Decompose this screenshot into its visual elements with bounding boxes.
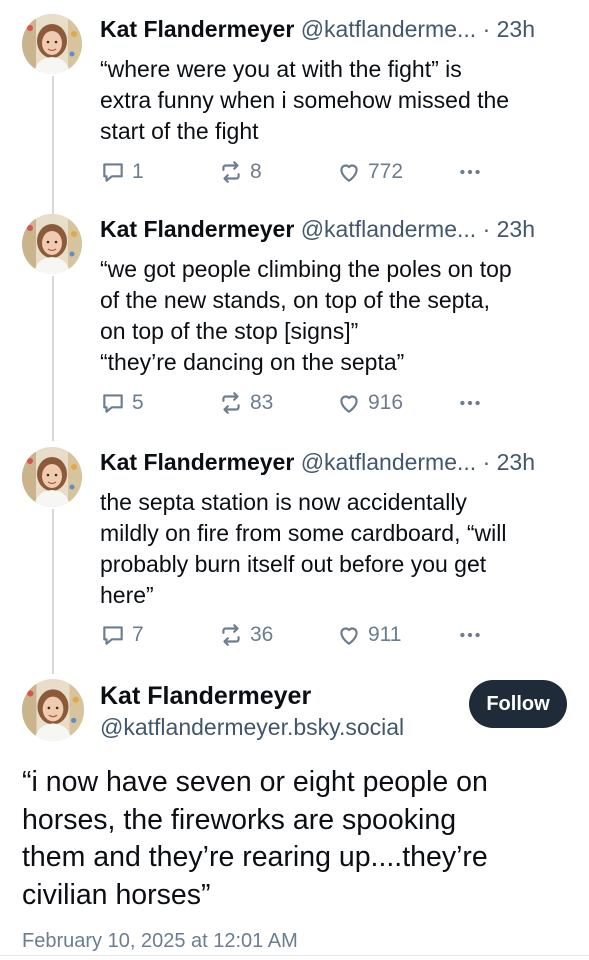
reply-button[interactable]: 7 xyxy=(100,620,144,650)
author-handle[interactable]: @katflanderme... xyxy=(301,216,476,242)
thread-line xyxy=(52,76,54,214)
heart-icon xyxy=(340,627,358,645)
post-time[interactable]: · 23h xyxy=(483,449,535,475)
reply-count: 1 xyxy=(132,160,144,183)
post-actions: 7 36 911 xyxy=(100,620,480,650)
speech-bubble-icon xyxy=(103,163,123,182)
post-text-line: on top of the stop [signs]” xyxy=(100,318,359,344)
post-header: Kat Flandermeyer @katflanderme... · 23h xyxy=(100,447,535,477)
repost-arrows-icon xyxy=(222,392,240,414)
author-handle[interactable]: @katflanderme... xyxy=(301,449,476,475)
main-post-text-line: horses, the fireworks are spooking xyxy=(22,803,457,836)
ellipsis-icon xyxy=(460,169,480,175)
thread-line xyxy=(52,509,54,674)
like-button[interactable]: 772 xyxy=(336,157,403,187)
post-actions: 5 83 916 xyxy=(100,388,480,418)
thread-line xyxy=(52,276,54,441)
main-author-handle[interactable]: @katflandermeyer.bsky.social xyxy=(100,712,404,742)
post-text-line: extra funny when i somehow missed the xyxy=(100,87,510,113)
author-name[interactable]: Kat Flandermeyer xyxy=(100,216,294,242)
post-header: Kat Flandermeyer @katflanderme... · 23h xyxy=(100,214,535,244)
avatar[interactable] xyxy=(22,214,82,274)
main-author-name[interactable]: Kat Flandermeyer xyxy=(100,680,311,712)
repost-button[interactable]: 83 xyxy=(218,388,273,418)
more-options-button[interactable] xyxy=(455,388,485,418)
repost-button[interactable]: 36 xyxy=(218,620,273,650)
more-options-button[interactable] xyxy=(455,157,485,187)
like-count: 772 xyxy=(368,160,404,183)
follow-button[interactable]: Follow xyxy=(469,680,567,728)
post-text: the septa station is now accidentally mi… xyxy=(100,487,570,611)
heart-icon xyxy=(340,164,358,182)
post-text-line: “where were you at with the fight” is xyxy=(100,56,462,82)
main-post-text: “i now have seven or eight people on hor… xyxy=(22,764,488,914)
like-count: 916 xyxy=(368,391,404,414)
post-text: “where were you at with the fight” is ex… xyxy=(100,54,570,147)
repost-button[interactable]: 8 xyxy=(218,157,262,187)
reply-button[interactable]: 5 xyxy=(100,388,144,418)
post-text-line: of the new stands, on top of the septa, xyxy=(100,287,490,313)
repost-count: 8 xyxy=(250,160,262,183)
main-post-text-line: “i now have seven or eight people on xyxy=(22,766,488,798)
reply-count: 5 xyxy=(132,391,144,414)
speech-bubble-icon xyxy=(103,626,123,645)
like-count: 911 xyxy=(368,623,402,646)
reply-button[interactable]: 1 xyxy=(100,157,144,187)
more-options-button[interactable] xyxy=(455,620,485,650)
like-button[interactable]: 911 xyxy=(336,620,401,650)
speech-bubble-icon xyxy=(103,394,123,413)
heart-icon xyxy=(340,395,358,413)
reply-count: 7 xyxy=(132,623,144,646)
repost-count: 83 xyxy=(250,391,274,414)
post-text-line: “we got people climbing the poles on top xyxy=(100,256,512,282)
repost-count: 36 xyxy=(250,623,274,646)
repost-arrows-icon xyxy=(222,624,240,646)
avatar[interactable] xyxy=(22,447,82,507)
post-timestamp: February 10, 2025 at 12:01 AM xyxy=(22,930,298,952)
main-post-text-line: civilian horses” xyxy=(22,878,211,911)
divider xyxy=(0,955,589,956)
post-time[interactable]: · 23h xyxy=(483,16,535,42)
ellipsis-icon xyxy=(460,632,480,638)
post-text-line: start of the fight xyxy=(100,118,259,144)
post-actions: 1 8 772 xyxy=(100,157,480,187)
author-name[interactable]: Kat Flandermeyer xyxy=(100,449,294,475)
main-post-text-line: them and they’re rearing up....they’re xyxy=(22,841,488,873)
author-name[interactable]: Kat Flandermeyer xyxy=(100,16,294,42)
post-text-line: here” xyxy=(100,582,154,608)
post-text-line: “they’re dancing on the septa” xyxy=(100,349,405,375)
post-header: Kat Flandermeyer @katflanderme... · 23h xyxy=(100,14,535,44)
post-text-line: probably burn itself out before you get xyxy=(100,551,487,577)
avatar[interactable] xyxy=(22,14,82,74)
post-text: “we got people climbing the poles on top… xyxy=(100,254,570,378)
post-text-line: mildly on fire from some cardboard, “wil… xyxy=(100,520,507,546)
post-time[interactable]: · 23h xyxy=(483,216,535,242)
like-button[interactable]: 916 xyxy=(336,388,403,418)
repost-arrows-icon xyxy=(222,161,240,183)
ellipsis-icon xyxy=(460,400,480,406)
post-text-line: the septa station is now accidentally xyxy=(100,489,467,515)
author-handle[interactable]: @katflanderme... xyxy=(301,16,476,42)
main-avatar[interactable] xyxy=(22,679,84,741)
